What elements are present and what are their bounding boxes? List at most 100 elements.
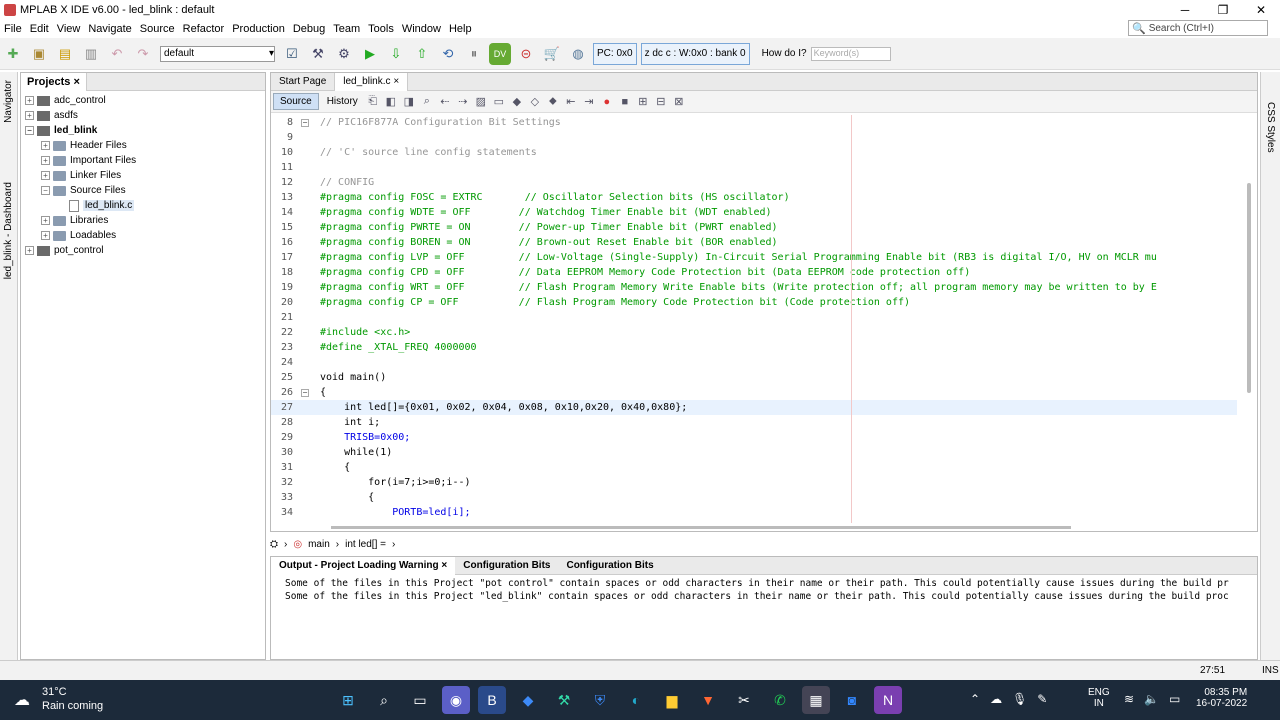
tree-item-source-files[interactable]: − Source Files bbox=[21, 183, 265, 198]
menu-refactor[interactable]: Refactor bbox=[179, 23, 229, 35]
weather-widget[interactable]: ☁ 31°C Rain coming bbox=[14, 686, 103, 712]
project-properties-icon[interactable]: ☑ bbox=[281, 43, 303, 65]
folder-icon[interactable]: ▆ bbox=[658, 686, 686, 714]
history-mode-button[interactable]: History bbox=[321, 94, 364, 109]
menu-debug[interactable]: Debug bbox=[289, 23, 329, 35]
volume-icon[interactable]: 🔈 bbox=[1144, 692, 1159, 706]
code-area[interactable]: 8−// PIC16F877A Configuration Bit Settin… bbox=[271, 115, 1237, 523]
expand-icon[interactable]: + bbox=[41, 141, 50, 150]
menu-view[interactable]: View bbox=[53, 23, 85, 35]
toggle-highlight-icon[interactable]: ▨ bbox=[473, 94, 489, 110]
build-icon[interactable]: ⚒ bbox=[307, 43, 329, 65]
close-button[interactable]: ✕ bbox=[1242, 0, 1280, 20]
edge-icon[interactable]: ◐ bbox=[622, 686, 650, 714]
start-icon[interactable]: ⊞ bbox=[334, 686, 362, 714]
keyword-input[interactable]: Keyword(s) bbox=[810, 46, 891, 61]
expand-icon[interactable]: + bbox=[41, 231, 50, 240]
cart-icon[interactable]: 🛒 bbox=[541, 43, 563, 65]
fold-icon[interactable]: − bbox=[301, 388, 309, 397]
expand-icon[interactable]: + bbox=[25, 96, 34, 105]
program-device-icon[interactable]: ⇩ bbox=[385, 43, 407, 65]
teams-icon[interactable]: ◉ bbox=[442, 686, 470, 714]
tree-item-loadables[interactable]: + Loadables bbox=[21, 228, 265, 243]
tree-item-adc-control[interactable]: + adc_control bbox=[21, 93, 265, 108]
redo-icon[interactable]: ↷ bbox=[132, 43, 154, 65]
tree-item-libraries[interactable]: + Libraries bbox=[21, 213, 265, 228]
menu-edit[interactable]: Edit bbox=[26, 23, 53, 35]
tab-output-warning[interactable]: Output - Project Loading Warning × bbox=[271, 556, 456, 575]
fold-marker[interactable]: − bbox=[293, 388, 317, 397]
forward-icon[interactable]: ◨ bbox=[401, 94, 417, 110]
tree-item-linker-files[interactable]: + Linker Files bbox=[21, 168, 265, 183]
whatsapp-icon[interactable]: ✆ bbox=[766, 686, 794, 714]
menu-team[interactable]: Team bbox=[329, 23, 364, 35]
tree-item-led-blink[interactable]: − led_blink bbox=[21, 123, 265, 138]
debug-icon[interactable]: ⟲ bbox=[437, 43, 459, 65]
brave-icon[interactable]: ▼ bbox=[694, 686, 722, 714]
tree-item-header-files[interactable]: + Header Files bbox=[21, 138, 265, 153]
new-file-icon[interactable]: ✚ bbox=[2, 43, 24, 65]
clock[interactable]: 08:35 PM 16-07-2022 bbox=[1196, 687, 1247, 709]
record-macro-icon[interactable]: ● bbox=[599, 94, 615, 110]
community-icon[interactable]: ◍ bbox=[567, 43, 589, 65]
nav-function[interactable]: main bbox=[308, 539, 330, 550]
menu-production[interactable]: Production bbox=[228, 23, 289, 35]
source-mode-button[interactable]: Source bbox=[273, 93, 319, 110]
fold-marker[interactable]: − bbox=[293, 118, 317, 127]
stop-macro-icon[interactable]: ■ bbox=[617, 94, 633, 110]
menu-navigate[interactable]: Navigate bbox=[84, 23, 135, 35]
last-edit-icon[interactable]: ⎗ bbox=[365, 94, 381, 110]
tree-item-pot-control[interactable]: + pot_control bbox=[21, 243, 265, 258]
css-styles-tab[interactable]: CSS Styles bbox=[1265, 102, 1276, 153]
back-icon[interactable]: ◧ bbox=[383, 94, 399, 110]
find-next-icon[interactable]: ⇢ bbox=[455, 94, 471, 110]
close-project-icon[interactable]: ▥ bbox=[80, 43, 102, 65]
close-tab-icon[interactable]: × bbox=[393, 76, 399, 87]
toggle-bookmark-icon[interactable]: ⬥ bbox=[545, 94, 561, 110]
stop-icon[interactable]: ⊝ bbox=[515, 43, 537, 65]
close-tab-icon[interactable]: × bbox=[73, 76, 79, 88]
expand-icon[interactable]: + bbox=[41, 156, 50, 165]
onenote-icon[interactable]: N bbox=[874, 686, 902, 714]
task-view-icon[interactable]: ▭ bbox=[406, 686, 434, 714]
expand-icon[interactable]: + bbox=[41, 216, 50, 225]
shift-left-icon[interactable]: ⇤ bbox=[563, 94, 579, 110]
horizontal-scrollbar[interactable] bbox=[331, 526, 1071, 529]
tree-item-led-blink-c[interactable]: led_blink.c bbox=[21, 198, 265, 213]
read-device-icon[interactable]: ⇧ bbox=[411, 43, 433, 65]
dashboard-tab[interactable]: led_blink - Dashboard bbox=[3, 182, 14, 279]
search-icon[interactable]: ⌕ bbox=[370, 686, 398, 714]
tool-icon[interactable]: ⚒ bbox=[550, 686, 578, 714]
expand-icon[interactable]: + bbox=[25, 246, 34, 255]
defender-icon[interactable]: ⛨ bbox=[586, 686, 614, 714]
tab-start-page[interactable]: Start Page bbox=[271, 72, 336, 91]
configuration-select[interactable]: default ▾ bbox=[160, 45, 275, 62]
format-icon[interactable]: ⊠ bbox=[671, 94, 687, 110]
menu-file[interactable]: File bbox=[0, 23, 26, 35]
expand-icon[interactable]: + bbox=[25, 111, 34, 120]
tree-item-important-files[interactable]: + Important Files bbox=[21, 153, 265, 168]
battery-icon[interactable]: ▭ bbox=[1169, 692, 1180, 706]
uncomment-icon[interactable]: ⊟ bbox=[653, 94, 669, 110]
zoom-icon[interactable]: ◙ bbox=[838, 686, 866, 714]
fold-icon[interactable]: − bbox=[301, 118, 309, 127]
mplab-icon[interactable]: ▦ bbox=[802, 686, 830, 714]
new-project-icon[interactable]: ▣ bbox=[28, 43, 50, 65]
tree-item-asdfs[interactable]: + asdfs bbox=[21, 108, 265, 123]
navigator-tab[interactable]: Navigator bbox=[3, 80, 14, 123]
maximize-button[interactable]: ❐ bbox=[1204, 0, 1242, 20]
bing-icon[interactable]: B bbox=[478, 686, 506, 714]
data-visualizer-icon[interactable]: DV bbox=[489, 42, 511, 65]
shift-right-icon[interactable]: ⇥ bbox=[581, 94, 597, 110]
undo-icon[interactable]: ↶ bbox=[106, 43, 128, 65]
snip-icon[interactable]: ✂ bbox=[730, 686, 758, 714]
tab-configuration-bits-1[interactable]: Configuration Bits bbox=[455, 557, 558, 575]
minimize-button[interactable]: ─ bbox=[1166, 0, 1204, 20]
next-bookmark-icon[interactable]: ◇ bbox=[527, 94, 543, 110]
close-tab-icon[interactable]: × bbox=[441, 560, 447, 571]
vertical-scrollbar[interactable] bbox=[1247, 183, 1251, 393]
menu-help[interactable]: Help bbox=[445, 23, 476, 35]
menu-source[interactable]: Source bbox=[136, 23, 179, 35]
collapse-icon[interactable]: − bbox=[41, 186, 50, 195]
menu-tools[interactable]: Tools bbox=[364, 23, 398, 35]
